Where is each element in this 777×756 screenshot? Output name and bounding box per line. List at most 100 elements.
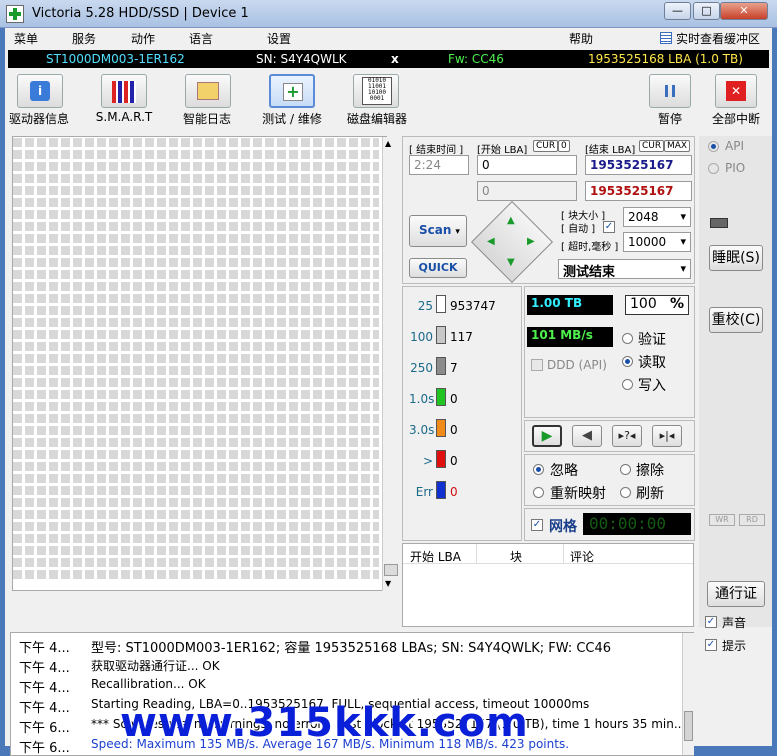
menu-menu[interactable]: 菜单 [14,30,38,47]
smart-label: S.M.A.R.T [95,110,153,124]
disk-editor-label: 磁盘编辑器 [346,112,407,126]
device-serial: SN: S4Y4QWLK [256,52,347,66]
smart-bars-icon [112,81,136,103]
refresh-radio[interactable] [620,487,631,498]
scan-grid-cells [13,138,379,579]
status-select[interactable]: 测试结束 [558,259,691,280]
verify-radio[interactable] [622,333,633,344]
smart-log-button[interactable] [185,74,231,108]
skip-button[interactable]: ▸?◂ [612,425,642,447]
direction-pad[interactable] [470,200,554,284]
col-divider [563,544,564,564]
start-cur-button[interactable]: CUR [533,140,559,152]
api-radio[interactable] [708,141,719,152]
menu-settings[interactable]: 设置 [267,30,291,47]
log-scroll-thumb[interactable] [684,711,693,741]
grid-checkbox[interactable]: ✓ [531,519,543,531]
col-start-lba[interactable]: 开始 LBA [410,548,461,565]
minimize-button[interactable]: — [664,2,691,20]
end-lba-field[interactable]: 1953525167 [585,155,692,175]
test-repair-label: 测试 / 维修 [262,112,322,126]
table-header: 开始 LBA 块 评论 [403,544,693,564]
stat-count: 0 [450,423,458,437]
stat-swatch [436,419,446,437]
end-time-field[interactable]: 2:24 [409,155,469,175]
erase-radio[interactable] [620,464,631,475]
stat-swatch [436,326,446,344]
scan-button[interactable]: Scan ▾ [409,215,467,247]
col-comment[interactable]: 评论 [570,548,594,565]
speed-readout: 101 MB/s [527,327,613,347]
recalibrate-button[interactable]: 重校(C) [709,307,763,333]
log-message: 型号: ST1000DM003-1ER162; 容量 1953525168 LB… [91,641,612,656]
block-size-select[interactable]: 2048 [623,207,691,227]
wr-indicator: WR [709,514,735,526]
arrow-up-icon[interactable]: ▲ [507,215,515,226]
title-bar: Victoria 5.28 HDD/SSD | Device 1 — □ ✕ [0,0,777,28]
timeout-label: [ 超时,毫秒 ] [561,242,619,253]
end-button[interactable]: ▸|◂ [652,425,682,447]
auto-checkbox[interactable]: ✓ [603,221,615,233]
log-time: 下午 6... [19,721,70,736]
drive-info-button[interactable]: i [17,74,63,108]
sound-checkbox[interactable]: ✓ [705,616,717,628]
end-cur-button[interactable]: CUR [639,140,665,152]
ignore-radio[interactable] [533,464,544,475]
scroll-thumb[interactable] [384,564,398,576]
abort-all-button[interactable]: ✕ [715,74,757,108]
stat-label: 25 [417,299,433,313]
maximize-button[interactable]: □ [693,2,720,20]
log-scrollbar[interactable] [682,633,694,755]
col-divider [476,544,477,564]
timeout-select[interactable]: 10000 [623,232,691,252]
close-button[interactable]: ✕ [720,2,768,20]
sleep-button[interactable]: 睡眠(S) [709,245,763,271]
menu-help[interactable]: 帮助 [569,30,593,47]
stat-count: 0 [450,392,458,406]
api-label: API [725,139,744,153]
timer-display: 00:00:00 [583,513,691,535]
write-radio[interactable] [622,379,633,390]
abort-x-icon: ✕ [726,81,746,101]
arrow-left-icon[interactable]: ◀ [487,236,495,247]
stat-count: 0 [450,454,458,468]
binary-icon: 01010 11001 10100 0001 [362,77,392,105]
arrow-right-icon[interactable]: ▶ [527,236,535,247]
scan-button-label: Scan [419,223,452,237]
abort-all-label: 全部中断 [711,112,760,126]
scroll-up-icon[interactable]: ▲ [385,139,391,148]
back-button[interactable]: ◀ [572,425,602,447]
stat-label: Err [415,485,433,499]
menu-action[interactable]: 动作 [131,30,155,47]
start-zero-button[interactable]: 0 [558,140,570,152]
hints-checkbox[interactable]: ✓ [705,639,717,651]
stat-count: 7 [450,361,458,375]
pio-radio[interactable] [708,163,719,174]
menu-service[interactable]: 服务 [72,30,96,47]
log-time: 下午 4... [19,681,70,696]
scan-settings-panel: [ 结束时间 ] [开始 LBA] CUR 0 [结束 LBA] CUR MAX… [402,136,695,284]
menu-live-buffer[interactable]: 实时查看缓冲区 [676,30,760,47]
disk-editor-button[interactable]: 01010 11001 10100 0001 [353,74,399,108]
log-message: Recallibration... OK [91,677,206,691]
arrow-down-icon[interactable]: ▼ [507,257,515,268]
ddd-checkbox[interactable] [531,359,543,371]
remap-radio[interactable] [533,487,544,498]
smart-button[interactable] [101,74,147,108]
start-lba-field[interactable]: 0 [477,155,577,175]
pause-button[interactable] [649,74,691,108]
play-button[interactable]: ▶ [532,425,562,447]
device-close-x[interactable]: x [391,52,399,66]
log-time: 下午 4... [19,701,70,716]
grid-scrollbar[interactable]: ▲ ▼ [382,137,399,591]
stat-count: 0 [450,485,458,499]
end-max-button[interactable]: MAX [664,140,691,152]
menu-language[interactable]: 语言 [189,30,213,47]
percent-value: 100 [630,296,657,312]
passport-button[interactable]: 通行证 [707,581,765,607]
scroll-down-icon[interactable]: ▼ [385,579,391,588]
read-radio[interactable] [622,356,633,367]
test-repair-button[interactable]: + [269,74,315,108]
col-block[interactable]: 块 [510,548,522,565]
quick-button[interactable]: QUICK [409,258,467,278]
